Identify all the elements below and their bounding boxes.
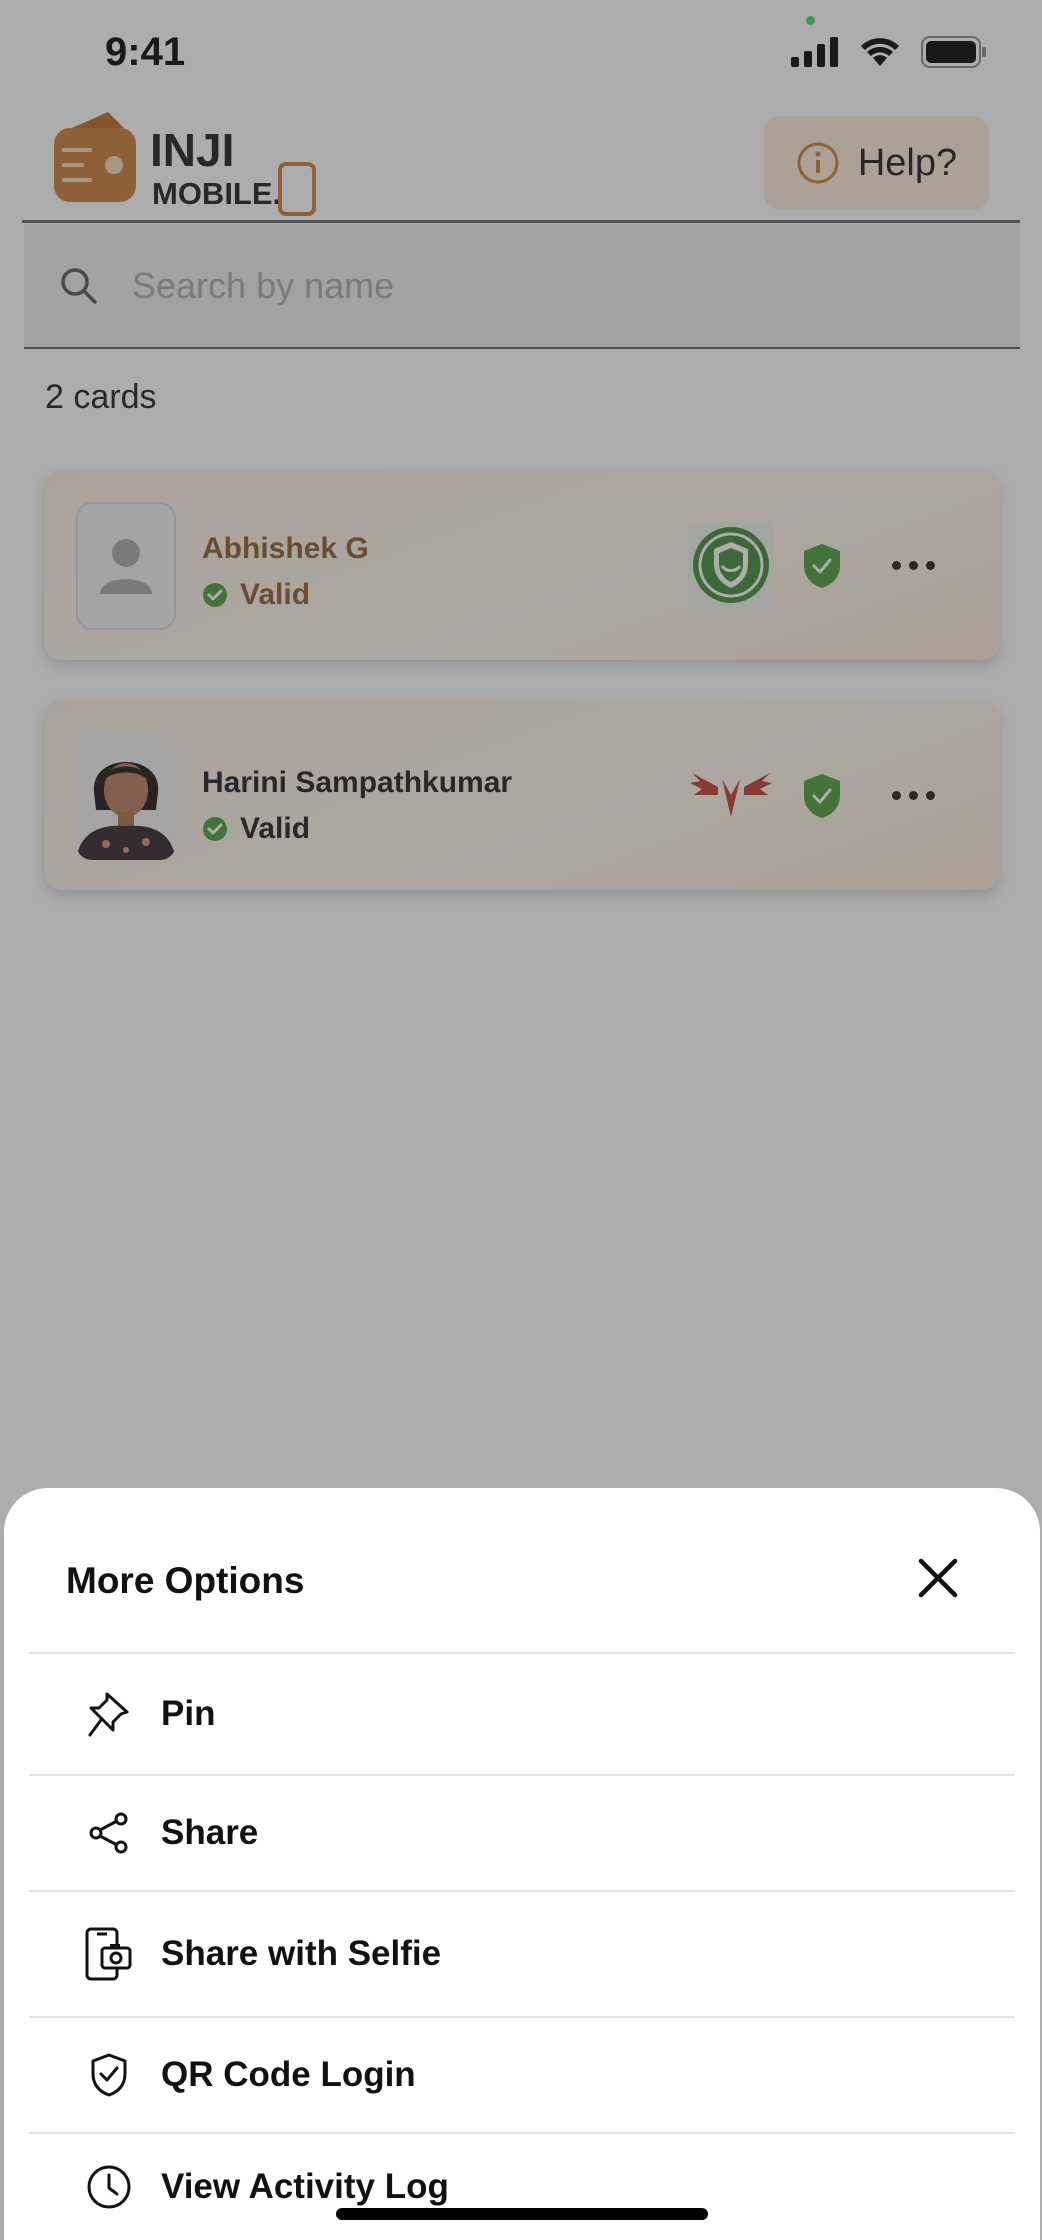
option-label: View Activity Log [161,2167,449,2206]
sheet-title: More Options [66,1560,305,1601]
option-qr-code-login[interactable]: QR Code Login [29,2018,1015,2132]
share-icon [89,1812,128,1854]
option-label: Share [161,1813,259,1852]
close-button[interactable] [908,1548,968,1608]
home-indicator[interactable] [336,2208,708,2220]
share-with-selfie-icon [85,1927,132,1981]
app-screen: 9:41 INJI MOBILE. Help? Search by name 2… [0,0,1042,2240]
option-view-activity-log[interactable]: View Activity Log [29,2134,1015,2240]
clock-icon [87,2165,131,2209]
close-icon [918,1558,958,1598]
option-pin[interactable]: Pin [29,1654,1015,1774]
option-label: QR Code Login [161,2055,416,2094]
option-label: Share with Selfie [161,1934,442,1973]
more-options-sheet: More Options Pin Share Share with Selfie… [4,1488,1040,2240]
option-label: Pin [161,1694,216,1733]
option-share-with-selfie[interactable]: Share with Selfie [29,1892,1015,2016]
shield-check-icon [91,2053,127,2097]
pin-icon [88,1692,129,1737]
option-share[interactable]: Share [29,1776,1015,1890]
